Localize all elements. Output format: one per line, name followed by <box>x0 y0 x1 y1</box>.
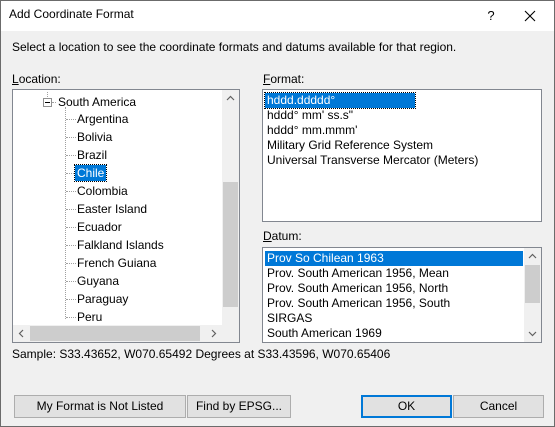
datum-option[interactable]: Prov. South American 1956, South <box>265 296 452 311</box>
tree-connector <box>66 281 76 282</box>
chevron-right-icon <box>211 329 217 338</box>
sample-text: Sample: S33.43652, W070.65492 Degrees at… <box>12 347 391 361</box>
chevron-up-icon <box>528 253 537 259</box>
scroll-down-button[interactable] <box>524 325 541 342</box>
ok-button[interactable]: OK <box>361 395 452 418</box>
tree-item-chile[interactable]: Chile <box>73 164 108 182</box>
datum-option[interactable]: Prov So Chilean 1963 <box>265 251 523 266</box>
scroll-right-button[interactable] <box>205 325 222 342</box>
tree-item-brazil[interactable]: Brazil <box>77 147 107 163</box>
chevron-left-icon <box>18 329 24 338</box>
location-label: Location: <box>12 72 61 86</box>
cancel-button[interactable]: Cancel <box>453 395 544 418</box>
tree-connector <box>66 191 76 192</box>
location-horizontal-scrollbar[interactable] <box>13 325 222 342</box>
datum-option[interactable]: SIRGAS <box>265 311 314 326</box>
scroll-left-button[interactable] <box>13 325 30 342</box>
scroll-up-button[interactable] <box>524 248 541 265</box>
close-button[interactable] <box>508 1 554 31</box>
scroll-thumb[interactable] <box>223 182 238 307</box>
format-not-listed-button[interactable]: My Format is Not Listed <box>14 395 186 418</box>
scroll-thumb-horizontal[interactable] <box>30 326 200 341</box>
tree-connector <box>66 155 76 156</box>
tree-item-falkland-islands[interactable]: Falkland Islands <box>77 237 164 253</box>
tree-connector <box>66 245 76 246</box>
chevron-up-icon <box>226 95 235 101</box>
format-option[interactable]: Universal Transverse Mercator (Meters) <box>265 153 480 168</box>
datum-list[interactable]: Prov So Chilean 1963 Prov. South America… <box>262 247 542 343</box>
format-option[interactable]: hddd° mm' ss.s" <box>265 108 355 123</box>
chevron-down-icon <box>528 331 537 337</box>
format-option[interactable]: hddd° mm.mmm' <box>265 123 359 138</box>
scroll-thumb[interactable] <box>525 265 540 303</box>
tree-item-easter-island[interactable]: Easter Island <box>77 201 147 217</box>
collapse-icon[interactable] <box>43 98 52 107</box>
tree-connector <box>66 299 76 300</box>
tree-item-bolivia[interactable]: Bolivia <box>77 129 112 145</box>
tree-item-argentina[interactable]: Argentina <box>77 111 128 127</box>
close-icon <box>524 10 536 22</box>
tree-item-french-guiana[interactable]: French Guiana <box>77 255 156 271</box>
datum-option[interactable]: South American 1969 <box>265 326 384 341</box>
tree-connector <box>66 263 76 264</box>
tree-connector <box>66 209 76 210</box>
scrollbar-corner <box>222 325 239 342</box>
format-option[interactable]: Military Grid Reference System <box>265 138 435 153</box>
datum-label: Datum: <box>263 229 302 243</box>
tree-item-south-america[interactable]: South America <box>58 94 136 110</box>
scroll-up-button[interactable] <box>222 90 239 107</box>
location-vertical-scrollbar[interactable] <box>222 90 239 325</box>
tree-item-guyana[interactable]: Guyana <box>77 273 119 289</box>
tree-connector <box>66 317 76 318</box>
tree-connector <box>66 227 76 228</box>
tree-connector <box>66 137 76 138</box>
instructions-text: Select a location to see the coordinate … <box>12 40 457 54</box>
add-coordinate-format-dialog: Add Coordinate Format ? Select a locatio… <box>0 0 555 427</box>
tree-item-ecuador[interactable]: Ecuador <box>77 219 122 235</box>
tree-connector <box>65 107 66 319</box>
tree-item-colombia[interactable]: Colombia <box>77 183 128 199</box>
tree-connector <box>52 102 56 103</box>
datum-option[interactable]: Prov. South American 1956, North <box>265 281 450 296</box>
format-label: Format: <box>263 72 305 86</box>
format-option[interactable]: hddd.ddddd° <box>264 92 416 109</box>
tree-item-peru[interactable]: Peru <box>77 309 102 325</box>
location-tree[interactable]: South America Argentina Bolivia Brazil C… <box>12 89 240 343</box>
format-list[interactable]: hddd.ddddd° hddd° mm' ss.s" hddd° mm.mmm… <box>262 89 542 222</box>
tree-connector <box>66 119 76 120</box>
window-title: Add Coordinate Format <box>9 7 134 21</box>
datum-option[interactable]: Prov. South American 1956, Mean <box>265 266 451 281</box>
datum-vertical-scrollbar[interactable] <box>524 248 541 342</box>
title-bar: Add Coordinate Format ? <box>1 1 554 31</box>
find-by-epsg-button[interactable]: Find by EPSG... <box>187 395 291 418</box>
tree-item-paraguay[interactable]: Paraguay <box>77 291 128 307</box>
